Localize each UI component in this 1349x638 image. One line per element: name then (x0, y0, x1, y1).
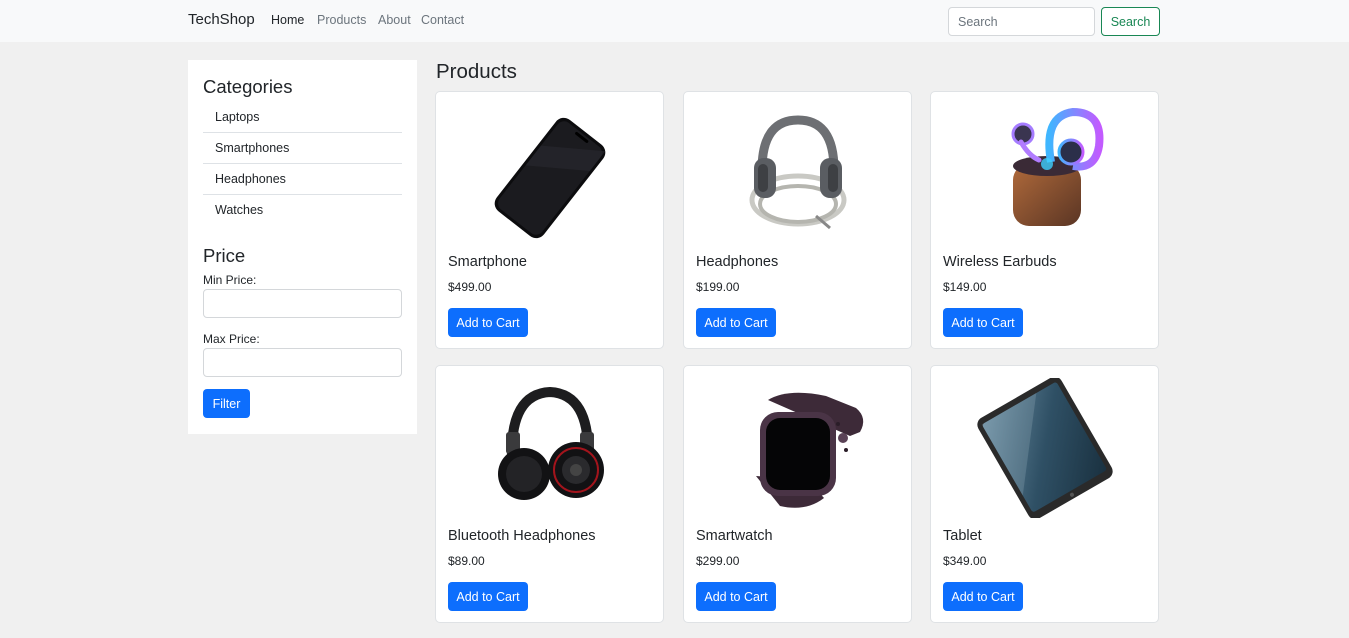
bluetooth-headphones-image[interactable] (448, 378, 653, 518)
category-item-watches[interactable]: Watches (203, 195, 402, 226)
add-to-cart-button[interactable]: Add to Cart (448, 582, 528, 611)
tablet-image[interactable] (943, 378, 1148, 518)
min-price-input[interactable] (203, 289, 402, 318)
navbar: TechShop Home Products About Contact Sea… (0, 0, 1349, 42)
nav-link-products[interactable]: Products (317, 13, 366, 27)
product-card: Headphones $199.00 Add to Cart (683, 91, 912, 349)
product-price: $199.00 (696, 280, 740, 294)
max-price-input[interactable] (203, 348, 402, 377)
category-item-laptops[interactable]: Laptops (203, 102, 402, 133)
product-card: Wireless Earbuds $149.00 Add to Cart (930, 91, 1159, 349)
sidebar: Categories Laptops Smartphones Headphone… (188, 60, 417, 434)
product-price: $349.00 (943, 554, 987, 568)
product-name: Tablet (943, 528, 982, 544)
categories-heading: Categories (203, 76, 293, 97)
product-price: $149.00 (943, 280, 987, 294)
add-to-cart-button[interactable]: Add to Cart (696, 308, 776, 337)
product-card: Tablet $349.00 Add to Cart (930, 365, 1159, 623)
product-name: Smartphone (448, 254, 527, 270)
product-card: Smartwatch $299.00 Add to Cart (683, 365, 912, 623)
search-button[interactable]: Search (1101, 7, 1160, 36)
nav-link-home[interactable]: Home (271, 13, 304, 27)
brand-logo[interactable]: TechShop (188, 11, 255, 28)
product-name: Smartwatch (696, 528, 773, 544)
price-heading: Price (203, 245, 246, 266)
product-price: $299.00 (696, 554, 740, 568)
add-to-cart-button[interactable]: Add to Cart (448, 308, 528, 337)
category-item-headphones[interactable]: Headphones (203, 164, 402, 195)
earbuds-image[interactable] (943, 104, 1148, 244)
product-name: Headphones (696, 254, 779, 270)
product-card: Smartphone $499.00 Add to Cart (435, 91, 664, 349)
product-price: $89.00 (448, 554, 485, 568)
nav-link-contact[interactable]: Contact (421, 13, 464, 27)
page-title: Products (436, 60, 517, 83)
add-to-cart-button[interactable]: Add to Cart (943, 582, 1023, 611)
category-item-smartphones[interactable]: Smartphones (203, 133, 402, 164)
filter-button[interactable]: Filter (203, 389, 250, 418)
min-price-label: Min Price: (203, 273, 257, 287)
nav-link-about[interactable]: About (378, 13, 411, 27)
add-to-cart-button[interactable]: Add to Cart (696, 582, 776, 611)
product-card: Bluetooth Headphones $89.00 Add to Cart (435, 365, 664, 623)
smartwatch-image[interactable] (696, 378, 901, 518)
product-price: $499.00 (448, 280, 492, 294)
product-name: Wireless Earbuds (943, 254, 1057, 270)
search-input[interactable] (948, 7, 1095, 36)
max-price-label: Max Price: (203, 332, 260, 346)
add-to-cart-button[interactable]: Add to Cart (943, 308, 1023, 337)
product-name: Bluetooth Headphones (448, 528, 596, 544)
smartphone-image[interactable] (448, 104, 653, 244)
headphones-image[interactable] (696, 104, 901, 244)
